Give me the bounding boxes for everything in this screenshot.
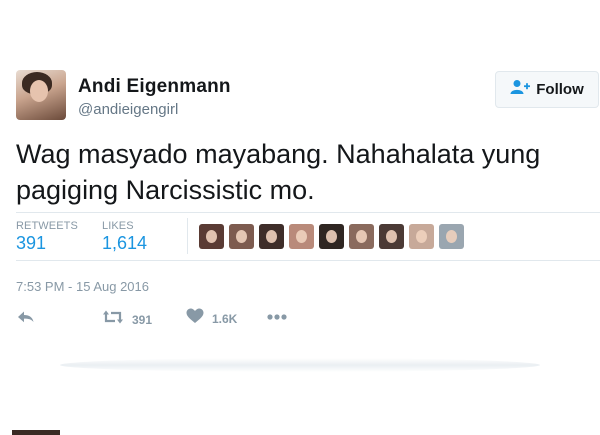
retweets-value: 391 [16,233,47,253]
heart-icon [186,308,204,329]
liker-avatar[interactable] [349,224,374,249]
screen-name[interactable]: @andieigengirl [78,101,178,118]
liker-avatar[interactable] [229,224,254,249]
timestamp[interactable]: 7:53 PM - 15 Aug 2016 [16,279,149,294]
liker-avatar[interactable] [319,224,344,249]
liker-avatar[interactable] [439,224,464,249]
liker-avatar[interactable] [259,224,284,249]
likers-avatars [199,224,464,249]
more-icon [266,308,288,326]
liker-avatar[interactable] [199,224,224,249]
retweets-stat[interactable]: RETWEETS 391 [16,220,78,254]
follow-label: Follow [536,81,584,98]
stat-divider [187,218,188,254]
card-shadow [60,358,540,372]
retweet-button[interactable]: 391 [102,308,152,331]
retweets-label: RETWEETS [16,220,78,232]
like-count: 1.6K [212,311,238,326]
follow-button[interactable]: Follow [495,71,599,108]
avatar-face [30,80,48,102]
cropped-thumbnail [12,430,60,435]
likes-stat[interactable]: LIKES 1,614 [102,220,147,254]
stats-divider-bottom [16,260,600,261]
liker-avatar[interactable] [379,224,404,249]
liker-avatar[interactable] [409,224,434,249]
display-name[interactable]: Andi Eigenmann [78,76,231,98]
add-user-icon [510,79,531,100]
cropped-next-content [0,424,600,435]
stats-divider-top [16,212,600,213]
tweet-text: Wag masyado mayabang. Nahahalata yung pa… [16,139,541,205]
more-button[interactable] [266,308,288,326]
retweet-icon [102,308,124,331]
avatar[interactable] [16,70,66,120]
likes-label: LIKES [102,220,134,232]
reply-button[interactable] [16,308,36,331]
retweet-count: 391 [132,312,153,327]
likes-value: 1,614 [102,233,148,253]
liker-avatar[interactable] [289,224,314,249]
reply-icon [16,308,36,331]
like-button[interactable]: 1.6K [186,308,237,329]
